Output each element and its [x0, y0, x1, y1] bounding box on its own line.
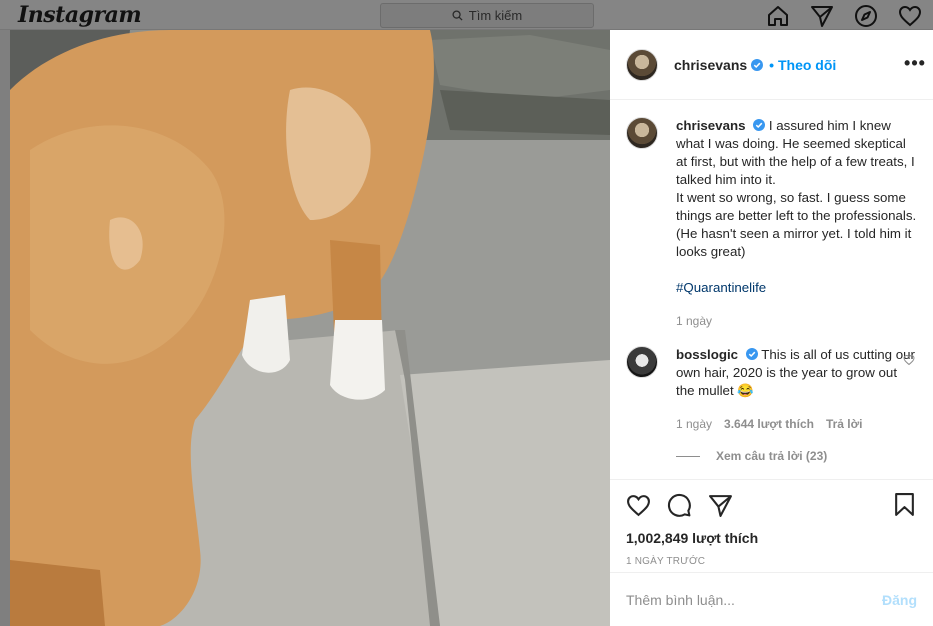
view-replies-button[interactable]: Xem câu trả lời (23): [676, 449, 917, 463]
comment-meta: 1 ngày 3.644 lượt thích Trả lời: [676, 415, 917, 433]
avatar[interactable]: [626, 48, 658, 81]
instagram-logo[interactable]: Instagram: [18, 2, 142, 28]
caption-age[interactable]: 1 ngày: [676, 312, 712, 330]
dog-photo-image: [10, 30, 610, 626]
likes-count[interactable]: 1,002,849 lượt thích: [626, 530, 917, 546]
search-icon: [452, 10, 463, 21]
caption-username[interactable]: chrisevans: [676, 118, 745, 133]
comment-likes[interactable]: 3.644 lượt thích: [724, 415, 814, 433]
hashtag-link[interactable]: #Quarantinelife: [676, 279, 917, 297]
post-actions: 1,002,849 lượt thích 1 NGÀY TRƯỚC: [610, 479, 933, 567]
search-placeholder: Tìm kiếm: [468, 8, 523, 23]
comment-item: bosslogic This is all of us cutting our …: [626, 346, 917, 433]
follow-label: Theo dõi: [777, 56, 837, 73]
bookmark-icon[interactable]: [892, 492, 917, 517]
verified-badge-icon: [753, 119, 766, 131]
post-comment-button[interactable]: Đăng: [882, 592, 917, 608]
activity-heart-icon[interactable]: [897, 3, 923, 29]
caption-comment: chrisevans I assured him I knew what I w…: [626, 117, 917, 330]
comment-like-heart-icon[interactable]: [903, 354, 915, 366]
post-date[interactable]: 1 NGÀY TRƯỚC: [626, 556, 917, 567]
search-box[interactable]: Tìm kiếm: [380, 3, 594, 28]
post-username[interactable]: chrisevans: [674, 57, 747, 73]
comments-list[interactable]: chrisevans I assured him I knew what I w…: [610, 101, 933, 479]
direct-icon[interactable]: [809, 3, 835, 29]
caption-meta: 1 ngày: [676, 312, 917, 330]
avatar[interactable]: [626, 117, 658, 149]
post-header: chrisevans • Theo dõi •••: [610, 30, 933, 100]
reply-button[interactable]: Trả lời: [826, 415, 863, 433]
comment-bubble-icon[interactable]: [667, 493, 692, 518]
verified-badge-icon: [745, 348, 758, 360]
top-navbar: Instagram Tìm kiếm: [0, 0, 933, 30]
view-replies-label: Xem câu trả lời (23): [716, 449, 828, 463]
share-direct-icon[interactable]: [708, 493, 733, 518]
caption-text-line-2: It went so wrong, so fast. I guess some …: [676, 190, 917, 259]
more-options-icon[interactable]: •••: [903, 54, 927, 72]
post-photo[interactable]: [10, 30, 610, 626]
verified-badge-icon: [751, 58, 764, 71]
comment-username[interactable]: bosslogic: [676, 347, 738, 362]
follow-button[interactable]: • Theo dõi: [769, 57, 836, 73]
add-comment-bar: Đăng: [610, 572, 933, 626]
like-heart-icon[interactable]: [626, 493, 651, 518]
explore-icon[interactable]: [853, 3, 879, 29]
comment-age[interactable]: 1 ngày: [676, 415, 712, 433]
post-detail-panel: chrisevans • Theo dõi ••• chrisevans I a…: [610, 30, 933, 626]
home-icon[interactable]: [765, 3, 791, 29]
comment-input[interactable]: [626, 591, 866, 608]
avatar[interactable]: [626, 346, 658, 378]
replies-divider: [676, 455, 700, 457]
